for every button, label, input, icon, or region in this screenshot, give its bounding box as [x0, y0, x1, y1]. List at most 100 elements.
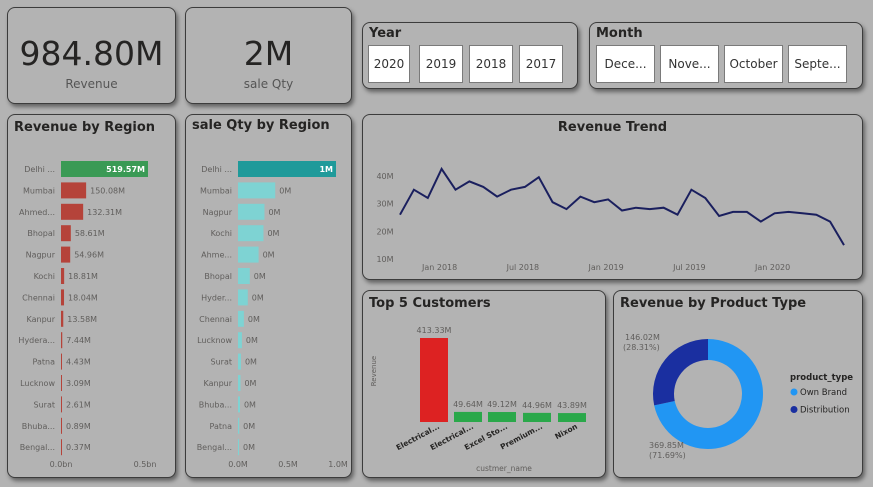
top-customers-panel: Top 5 Customers Revenue 413.33M Electrical… — [362, 290, 606, 478]
revenue-region-label: Hydera... — [18, 336, 55, 345]
customer-bar — [558, 413, 586, 422]
trend-y-tick: 10M — [376, 255, 393, 264]
donut-label-distribution-value: 146.02M — [625, 333, 660, 342]
revenue-by-region-panel: Revenue by Region Delhi ... 519.57M Mumbai… — [7, 114, 176, 478]
revenue-region-bar — [61, 246, 71, 263]
year-option-2020[interactable]: 2020 — [368, 45, 410, 83]
revenue-region-label: Kochi — [34, 272, 55, 281]
revenue-region-bar — [61, 310, 64, 327]
qty-region-bar — [238, 375, 241, 391]
revenue-region-value-label: 18.81M — [68, 272, 98, 281]
customer-bar — [523, 412, 551, 422]
revenue-region-label: Lucknow — [20, 379, 55, 388]
revenue-region-label: Delhi ... — [24, 165, 55, 174]
qty-region-value-label: 0M — [243, 443, 255, 452]
qty-region-label: Lucknow — [197, 336, 232, 345]
revenue-region-label: Bengal... — [20, 443, 55, 452]
customers-y-axis-title: Revenue — [370, 356, 378, 387]
qty-kpi-label: sale Qty — [243, 77, 294, 91]
revenue-region-value-label: 150.08M — [90, 186, 125, 195]
month-option-september[interactable]: Septe... — [788, 45, 847, 83]
revenue-region-bar — [61, 182, 87, 199]
month-slicer: Month Dece... Nove... October Septe... — [589, 22, 863, 89]
donut-label-distribution-pct: (28.31%) — [623, 343, 660, 352]
revenue-region-bar — [61, 439, 62, 456]
customer-value-label: 49.64M — [453, 400, 483, 409]
revenue-region-label: Nagpur — [26, 251, 56, 260]
revenue-region-axis-tick: 0.0bn — [50, 460, 73, 469]
year-slicer-title: Year — [369, 26, 402, 41]
qty-region-label: Bhopal — [204, 272, 232, 281]
qty-region-value-label: 0M — [245, 358, 257, 367]
qty-region-bar — [238, 310, 244, 327]
revenue-kpi-label: Revenue — [65, 77, 118, 91]
revenue-region-value-label: 7.44M — [66, 336, 91, 345]
customers-x-axis-title: custmer_name — [476, 464, 532, 473]
qty-region-value-label: 0M — [248, 315, 260, 324]
donut-legend-item: Distribution — [800, 406, 850, 416]
qty-region-axis-tick: 0.5M — [278, 460, 298, 469]
revenue-region-bar — [61, 203, 84, 220]
revenue-region-bar — [61, 417, 62, 434]
revenue-trend-chart: 40M 30M 20M 10M Jan 2018 Jul 2018 Jan 2019 Jul … — [376, 166, 845, 272]
revenue-region-label: Mumbai — [23, 186, 55, 195]
revenue-region-value-label: 3.09M — [66, 379, 91, 388]
qty-region-bar — [238, 246, 259, 263]
month-option-december[interactable]: Dece... — [596, 45, 655, 83]
customer-value-label: 44.96M — [522, 401, 552, 410]
year-option-2019[interactable]: 2019 — [419, 45, 463, 83]
qty-region-label: Nagpur — [203, 208, 233, 217]
qty-region-value-label: 0M — [252, 293, 264, 302]
qty-region-bar — [238, 417, 240, 434]
qty-region-value-label: 1M — [319, 165, 333, 174]
revenue-region-value-label: 519.57M — [106, 165, 145, 174]
trend-x-tick: Jan 2018 — [421, 263, 457, 272]
revenue-kpi-card: 984.80M Revenue — [7, 7, 176, 104]
donut-label-own-brand-value: 369.85M — [649, 441, 684, 450]
qty-region-label: Delhi ... — [201, 165, 232, 174]
donut-legend-title: product_type — [790, 373, 853, 383]
revenue-region-label: Ahmed... — [19, 208, 55, 217]
revenue-region-value-label: 18.04M — [68, 293, 98, 302]
revenue-region-label: Patna — [33, 358, 56, 367]
qty-region-bar — [238, 396, 240, 413]
customer-name-label: Nixon — [553, 422, 579, 441]
qty-region-bar — [238, 268, 250, 284]
year-option-2017[interactable]: 2017 — [519, 45, 563, 83]
revenue-region-value-label: 2.61M — [66, 400, 91, 409]
month-option-october[interactable]: October — [724, 45, 783, 83]
month-option-november[interactable]: Nove... — [660, 45, 719, 83]
qty-region-axis-tick: 1.0M — [328, 460, 348, 469]
donut-legend-marker — [790, 406, 798, 413]
qty-region-label: Bhuba... — [199, 400, 232, 409]
qty-kpi-card: 2M sale Qty — [185, 7, 352, 104]
month-slicer-title: Month — [596, 26, 643, 41]
revenue-region-bar — [61, 332, 63, 349]
qty-by-region-panel: sale Qty by Region Delhi ... 1M Mumbai 0M Na… — [185, 114, 352, 478]
qty-region-value-label: 0M — [254, 272, 266, 281]
revenue-region-bar — [61, 268, 65, 284]
qty-region-bar — [238, 289, 248, 306]
customer-value-label: 413.33M — [417, 326, 452, 335]
qty-region-value-label: 0M — [268, 208, 280, 217]
revenue-trend-panel: Revenue Trend 40M 30M 20M 10M Jan 2018 Jul 20… — [362, 114, 863, 280]
qty-region-label: Kanpur — [203, 379, 232, 388]
qty-region-value-label: 0M — [244, 400, 256, 409]
qty-region-label: Chennai — [199, 315, 232, 324]
revenue-region-value-label: 13.58M — [67, 315, 97, 324]
year-option-2018[interactable]: 2018 — [469, 45, 513, 83]
revenue-region-label: Kanpur — [26, 315, 55, 324]
revenue-region-bar — [61, 375, 62, 391]
donut-slice — [653, 339, 708, 406]
revenue-region-value-label: 0.89M — [66, 422, 91, 431]
qty-region-value-label: 0M — [246, 336, 258, 345]
year-slicer: Year 2020 2019 2018 2017 — [362, 22, 578, 89]
revenue-region-label: Bhopal — [27, 229, 55, 238]
qty-region-value-label: 0M — [263, 251, 275, 260]
qty-by-region-chart: Delhi ... 1M Mumbai 0M Nagpur 0M Kochi 0M Ahme..… — [197, 161, 348, 469]
qty-region-bar — [238, 225, 264, 242]
customer-bar — [454, 411, 482, 422]
qty-region-value-label: 0M — [243, 422, 255, 431]
revenue-region-bar — [61, 289, 65, 306]
revenue-region-label: Chennai — [22, 293, 55, 302]
